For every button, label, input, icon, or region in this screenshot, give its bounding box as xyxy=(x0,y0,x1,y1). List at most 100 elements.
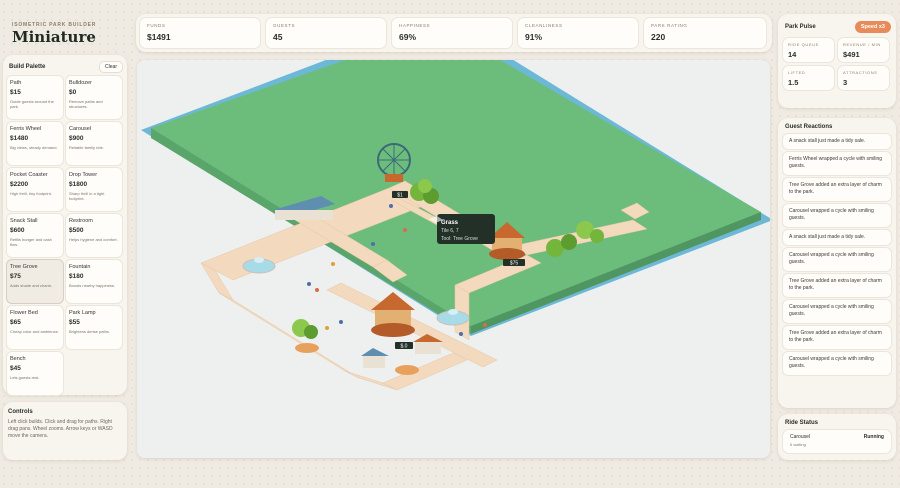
tooltip-tile: Tile 6, 7 xyxy=(441,228,459,234)
palette-item-name: Bulldozer xyxy=(69,80,92,86)
palette-item-price: $180 xyxy=(69,273,84,280)
palette-item-desc: Remove paths and structures. xyxy=(69,99,103,109)
palette-item-park-lamp[interactable]: Park Lamp $55 Brightens dense paths. xyxy=(66,306,122,349)
pulse-ride-queue: RIDE QUEUE 14 xyxy=(783,38,834,62)
palette-item-desc: Helps hygiene and comfort. xyxy=(69,237,118,242)
reaction-item: A snack stall just made a tidy sale. xyxy=(783,230,891,245)
palette-item-name: Snack Stall xyxy=(10,218,38,224)
palette-item-pocket-coaster[interactable]: Pocket Coaster $2200 High thrill, tiny foo… xyxy=(7,168,63,211)
reactions-title: Guest Reactions xyxy=(785,124,833,130)
palette-item-restroom[interactable]: Restroom $500 Helps hygiene and comfort. xyxy=(66,214,122,257)
pulse-value: 14 xyxy=(788,50,797,59)
pulse-lifted: LIFTED 1.5 xyxy=(783,66,834,90)
pulse-title: Park Pulse xyxy=(785,24,816,30)
palette-item-price: $75 xyxy=(10,273,21,280)
pulse-label: ATTRACTIONS xyxy=(843,70,878,75)
palette-item-bench[interactable]: Bench $45 Lets guests rest. xyxy=(7,352,63,395)
tile-tooltip: Grass Tile 6, 7 Tool: Tree Grove xyxy=(437,214,495,244)
flower-bed-icon[interactable] xyxy=(395,365,419,375)
guest-reactions-panel[interactable]: Guest Reactions A snack stall just made … xyxy=(778,118,896,408)
palette-item-flower-bed[interactable]: Flower Bed $65 Cheap color and ambience. xyxy=(7,306,63,349)
reaction-item: Carousel wrapped a cycle with smiling gu… xyxy=(783,300,891,323)
reaction-item: Carousel wrapped a cycle with smiling gu… xyxy=(783,248,891,271)
ride-status-row[interactable]: Carousel Running 6 waiting xyxy=(783,430,891,453)
palette-item-desc: Brightens dense paths. xyxy=(69,329,110,334)
palette-item-tree-grove[interactable]: Tree Grove $75 Adds shade and charm. xyxy=(7,260,63,303)
brand-title: Miniature xyxy=(12,28,96,46)
palette-item-bulldozer[interactable]: Bulldozer $0 Remove paths and structures. xyxy=(66,76,122,119)
tooltip-tool: Tool: Tree Grove xyxy=(441,236,478,242)
palette-item-carousel[interactable]: Carousel $900 Reliable family ride. xyxy=(66,122,122,165)
stat-value: $1491 xyxy=(147,32,171,42)
reaction-item: Tree Grove added an extra layer of charm… xyxy=(783,178,891,201)
carousel-icon[interactable] xyxy=(371,292,415,337)
palette-item-desc: Big views, steady demand. xyxy=(10,145,58,150)
ride-label: $75 xyxy=(503,259,525,267)
pulse-revenue: REVENUE / MIN $491 xyxy=(838,38,889,62)
tooltip-title: Grass xyxy=(441,220,459,226)
palette-item-desc: Cheap color and ambience. xyxy=(10,329,59,334)
palette-item-price: $55 xyxy=(69,319,80,326)
palette-item-name: Carousel xyxy=(69,126,92,132)
stat-value: 220 xyxy=(651,32,666,42)
pulse-label: RIDE QUEUE xyxy=(788,42,819,47)
snack-stall-icon[interactable] xyxy=(361,348,389,368)
stat-happiness: HAPPINESS 69% xyxy=(392,18,512,48)
palette-item-ferris-wheel[interactable]: Ferris Wheel $1480 Big views, steady deman… xyxy=(7,122,63,165)
ride-status-state: Running xyxy=(863,434,884,440)
palette-item-desc: Sharp thrill in a tight footprint. xyxy=(69,191,105,201)
pulse-label: LIFTED xyxy=(788,70,806,75)
svg-text:$75: $75 xyxy=(510,261,519,267)
palette-item-drop-tower[interactable]: Drop Tower $1800 Sharp thrill in a tight f… xyxy=(66,168,122,211)
reaction-item: Tree Grove added an extra layer of charm… xyxy=(783,326,891,349)
ride-status-panel: Ride Status Carousel Running 6 waiting xyxy=(778,414,896,460)
stat-park-rating: PARK RATING 220 xyxy=(644,18,766,48)
reaction-item: Carousel wrapped a cycle with smiling gu… xyxy=(783,352,891,375)
palette-item-snack-stall[interactable]: Snack Stall $600 Refills hunger and cash f… xyxy=(7,214,63,257)
ride-label: $1 xyxy=(392,191,408,199)
ride-label: $.0 xyxy=(395,342,413,350)
svg-text:$1: $1 xyxy=(397,193,403,199)
stat-value: 91% xyxy=(525,32,543,42)
palette-item-price: $900 xyxy=(69,135,84,142)
palette-item-desc: Guide guests around the park. xyxy=(10,99,54,109)
park-map[interactable]: $1 $.0 $75 Grass Tile 6, 7 Tool: Tree Gr… xyxy=(137,60,770,458)
ride-status-title: Ride Status xyxy=(785,420,819,426)
controls-panel: Controls Left click builds. Click and dr… xyxy=(3,402,127,460)
stat-label: GUESTS xyxy=(273,23,296,28)
stat-cleanliness: CLEANLINESS 91% xyxy=(518,18,638,48)
stat-value: 69% xyxy=(399,32,417,42)
stat-label: HAPPINESS xyxy=(399,23,431,28)
ride-status-sub: 6 waiting xyxy=(790,442,806,447)
stat-label: CLEANLINESS xyxy=(525,23,563,28)
palette-item-fountain[interactable]: Fountain $180 Boosts nearby happiness. xyxy=(66,260,122,303)
stat-guests: GUESTS 45 xyxy=(266,18,386,48)
stat-label: FUNDS xyxy=(147,23,166,28)
reaction-item: Ferris Wheel wrapped a cycle with smilin… xyxy=(783,152,891,175)
reaction-item: A snack stall just made a tidy sale. xyxy=(783,134,891,149)
palette-item-name: Drop Tower xyxy=(69,172,98,178)
speed-button[interactable]: Speed x3 xyxy=(854,21,891,33)
flower-bed-icon[interactable] xyxy=(295,343,319,353)
palette-item-price: $500 xyxy=(69,227,84,234)
palette-item-name: Pocket Coaster xyxy=(10,172,48,178)
palette-item-name: Park Lamp xyxy=(69,310,96,316)
park-map-viewport[interactable]: $1 $.0 $75 Grass Tile 6, 7 Tool: Tree Gr… xyxy=(137,60,770,458)
palette-item-desc: Adds shade and charm. xyxy=(10,283,53,288)
pulse-value: 3 xyxy=(843,78,848,87)
brand: ISOMETRIC PARK BUILDER Miniature xyxy=(6,14,128,52)
palette-item-name: Ferris Wheel xyxy=(10,126,42,132)
build-palette: Build Palette Clear Path $15 Guide guests … xyxy=(3,55,127,395)
stat-funds: FUNDS $1491 xyxy=(140,18,260,48)
reaction-item: Tree Grove added an extra layer of charm… xyxy=(783,274,891,297)
palette-item-path[interactable]: Path $15 Guide guests around the park. xyxy=(7,76,63,119)
palette-item-desc: Refills hunger and cash flow. xyxy=(10,237,52,247)
tree-grove-icon[interactable] xyxy=(292,319,318,339)
reaction-item: Carousel wrapped a cycle with smiling gu… xyxy=(783,204,891,227)
palette-item-desc: Boosts nearby happiness. xyxy=(69,283,116,288)
controls-text: Left click builds. Click and drag for pa… xyxy=(8,419,113,439)
palette-item-name: Path xyxy=(10,80,22,86)
palette-item-price: $1480 xyxy=(10,135,29,142)
palette-item-name: Restroom xyxy=(69,218,93,224)
clear-button[interactable]: Clear xyxy=(100,62,122,72)
